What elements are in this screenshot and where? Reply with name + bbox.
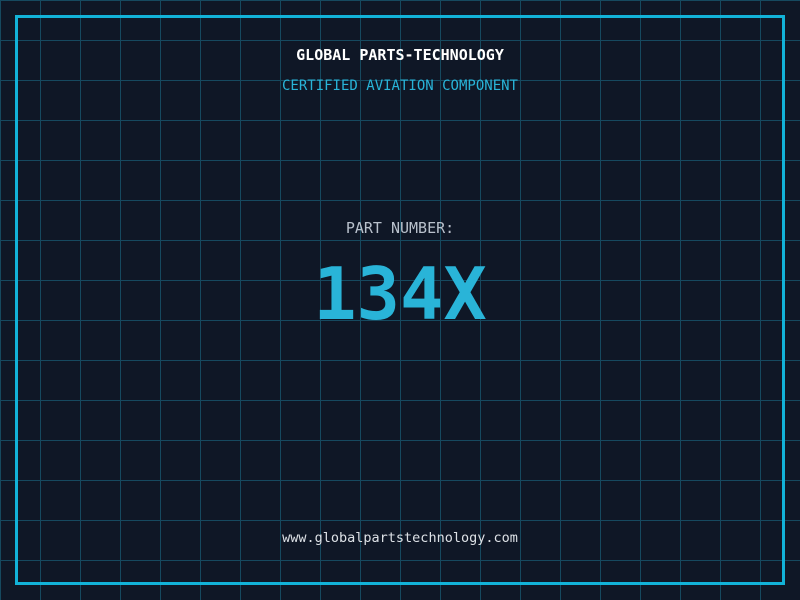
part-number-label: PART NUMBER:: [345, 219, 455, 237]
certification-subtitle: CERTIFIED AVIATION COMPONENT: [281, 78, 518, 94]
part-number-value: 134X: [313, 252, 487, 336]
website-url: www.globalpartstechnology.com: [282, 530, 518, 546]
blueprint-grid: GLOBAL PARTS-TECHNOLOGY CERTIFIED AVIATI…: [0, 0, 800, 600]
company-title: GLOBAL PARTS-TECHNOLOGY: [296, 46, 504, 64]
